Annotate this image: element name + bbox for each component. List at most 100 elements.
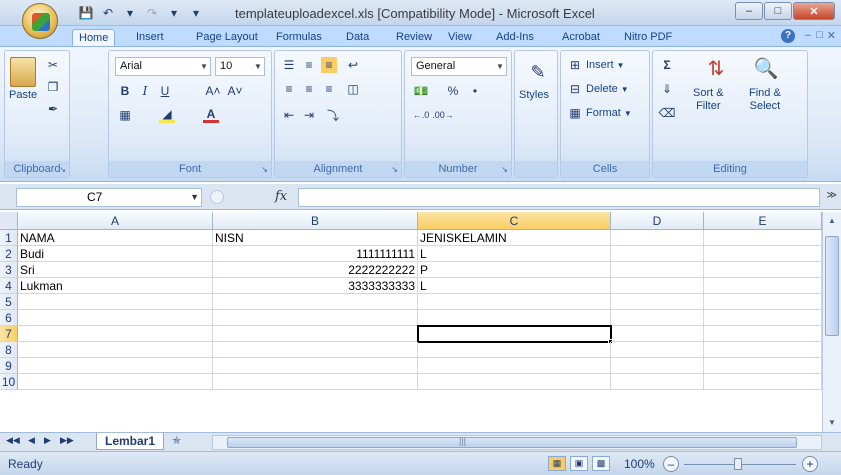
- column-header-b[interactable]: B: [213, 212, 418, 230]
- page-break-view-button[interactable]: ▩: [592, 456, 610, 471]
- clear-icon[interactable]: ⌫: [659, 105, 676, 121]
- maximize-button[interactable]: □: [764, 2, 792, 20]
- cell-a4[interactable]: Lukman: [18, 278, 213, 294]
- bold-button[interactable]: B: [117, 83, 133, 99]
- dialog-launcher-icon[interactable]: ↘: [391, 165, 398, 174]
- cell-c2[interactable]: L: [418, 246, 611, 262]
- cell-e7[interactable]: [704, 326, 822, 342]
- customize-qat-icon[interactable]: ▾: [188, 5, 204, 21]
- sort-filter-icon[interactable]: ⇅: [703, 55, 729, 81]
- font-name-select[interactable]: Arial ▼: [115, 57, 211, 76]
- cell-e6[interactable]: [704, 310, 822, 326]
- tab-formulas[interactable]: Formulas: [270, 29, 328, 47]
- borders-icon[interactable]: ▦: [117, 107, 133, 123]
- cell-d8[interactable]: [611, 342, 704, 358]
- page-layout-view-button[interactable]: ▣: [570, 456, 588, 471]
- percent-button[interactable]: %: [445, 83, 461, 99]
- decrease-indent-icon[interactable]: ⇤: [281, 107, 297, 123]
- autosum-button[interactable]: Σ: [659, 57, 675, 73]
- row-header[interactable]: 8: [0, 342, 18, 358]
- cell-d9[interactable]: [611, 358, 704, 374]
- cell-d2[interactable]: [611, 246, 704, 262]
- cut-icon[interactable]: ✂: [45, 57, 61, 73]
- cell-d10[interactable]: [611, 374, 704, 390]
- name-box[interactable]: C7 ▼: [16, 188, 202, 207]
- save-icon[interactable]: 💾: [78, 5, 94, 21]
- underline-button[interactable]: U: [157, 83, 173, 99]
- cell-e2[interactable]: [704, 246, 822, 262]
- cell-a6[interactable]: [18, 310, 213, 326]
- tab-insert[interactable]: Insert: [130, 29, 170, 47]
- row-header[interactable]: 6: [0, 310, 18, 326]
- cell-b3[interactable]: 2222222222: [213, 262, 418, 278]
- scroll-down-icon[interactable]: ▼: [825, 416, 839, 430]
- fill-color-icon[interactable]: ◢: [159, 107, 175, 123]
- font-color-button[interactable]: A: [203, 107, 219, 123]
- styles-button[interactable]: Styles: [519, 89, 549, 101]
- cell-c9[interactable]: [418, 358, 611, 374]
- zoom-level[interactable]: 100%: [624, 457, 655, 471]
- cell-b2[interactable]: 1111111111: [213, 246, 418, 262]
- comma-style-icon[interactable]: •: [467, 83, 483, 99]
- insert-sheet-icon[interactable]: ✯: [172, 434, 194, 450]
- cell-a1[interactable]: NAMA: [18, 230, 213, 246]
- scroll-up-icon[interactable]: ▲: [825, 214, 839, 228]
- office-button[interactable]: [22, 3, 58, 39]
- fill-icon[interactable]: ⇓: [659, 81, 675, 97]
- prev-sheet-icon[interactable]: ◀: [28, 435, 35, 446]
- align-middle-icon[interactable]: ≡: [301, 57, 317, 73]
- cell-b7[interactable]: [213, 326, 418, 342]
- orientation-icon[interactable]: ⤵: [325, 107, 341, 123]
- align-left-icon[interactable]: ≡: [281, 81, 297, 97]
- merge-center-icon[interactable]: ◫: [345, 81, 361, 97]
- cell-d3[interactable]: [611, 262, 704, 278]
- cell-a8[interactable]: [18, 342, 213, 358]
- sheet-tab-lembar1[interactable]: Lembar1: [96, 433, 165, 450]
- cell-e1[interactable]: [704, 230, 822, 246]
- cell-e3[interactable]: [704, 262, 822, 278]
- column-header-e[interactable]: E: [704, 212, 822, 230]
- cell-a5[interactable]: [18, 294, 213, 310]
- redo-icon[interactable]: ↷: [144, 5, 160, 21]
- undo-icon[interactable]: ↶: [100, 5, 116, 21]
- font-size-select[interactable]: 10 ▼: [215, 57, 265, 76]
- cell-a7[interactable]: [18, 326, 213, 342]
- horizontal-scrollbar[interactable]: |||: [212, 435, 822, 450]
- increase-indent-icon[interactable]: ⇥: [301, 107, 317, 123]
- tab-view[interactable]: View: [442, 29, 478, 47]
- cell-a9[interactable]: [18, 358, 213, 374]
- column-header-c[interactable]: C: [418, 212, 611, 230]
- dialog-launcher-icon[interactable]: ↘: [501, 165, 508, 174]
- chevron-down-icon[interactable]: ▾: [122, 5, 138, 21]
- cell-b8[interactable]: [213, 342, 418, 358]
- format-painter-icon[interactable]: ✒: [45, 101, 61, 117]
- zoom-out-button[interactable]: –: [663, 456, 679, 472]
- normal-view-button[interactable]: ▦: [548, 456, 566, 471]
- row-header[interactable]: 2: [0, 246, 18, 262]
- number-format-select[interactable]: General ▼: [411, 57, 507, 76]
- row-header[interactable]: 5: [0, 294, 18, 310]
- ribbon-minimize-icon[interactable]: –: [805, 29, 811, 41]
- cell-e5[interactable]: [704, 294, 822, 310]
- wrap-text-icon[interactable]: ↩: [345, 57, 361, 73]
- cell-a2[interactable]: Budi: [18, 246, 213, 262]
- cell-a3[interactable]: Sri: [18, 262, 213, 278]
- column-header-a[interactable]: A: [18, 212, 213, 230]
- cell-b5[interactable]: [213, 294, 418, 310]
- cell-b10[interactable]: [213, 374, 418, 390]
- insert-cells-button[interactable]: ⊞ Insert ▼: [567, 57, 624, 73]
- ribbon-close-icon[interactable]: ✕: [827, 29, 836, 42]
- cell-b9[interactable]: [213, 358, 418, 374]
- last-sheet-icon[interactable]: ▶▶: [60, 435, 74, 446]
- cell-b1[interactable]: NISN: [213, 230, 418, 246]
- align-center-icon[interactable]: ≡: [301, 81, 317, 97]
- cell-d5[interactable]: [611, 294, 704, 310]
- close-button[interactable]: ✕: [793, 2, 835, 20]
- expand-formula-bar-icon[interactable]: ≫: [827, 190, 837, 201]
- horizontal-scroll-thumb[interactable]: [227, 437, 797, 448]
- cell-e10[interactable]: [704, 374, 822, 390]
- cell-e8[interactable]: [704, 342, 822, 358]
- zoom-in-button[interactable]: +: [802, 456, 818, 472]
- sort-filter-button[interactable]: Sort & Filter: [693, 87, 724, 113]
- next-sheet-icon[interactable]: ▶: [44, 435, 51, 446]
